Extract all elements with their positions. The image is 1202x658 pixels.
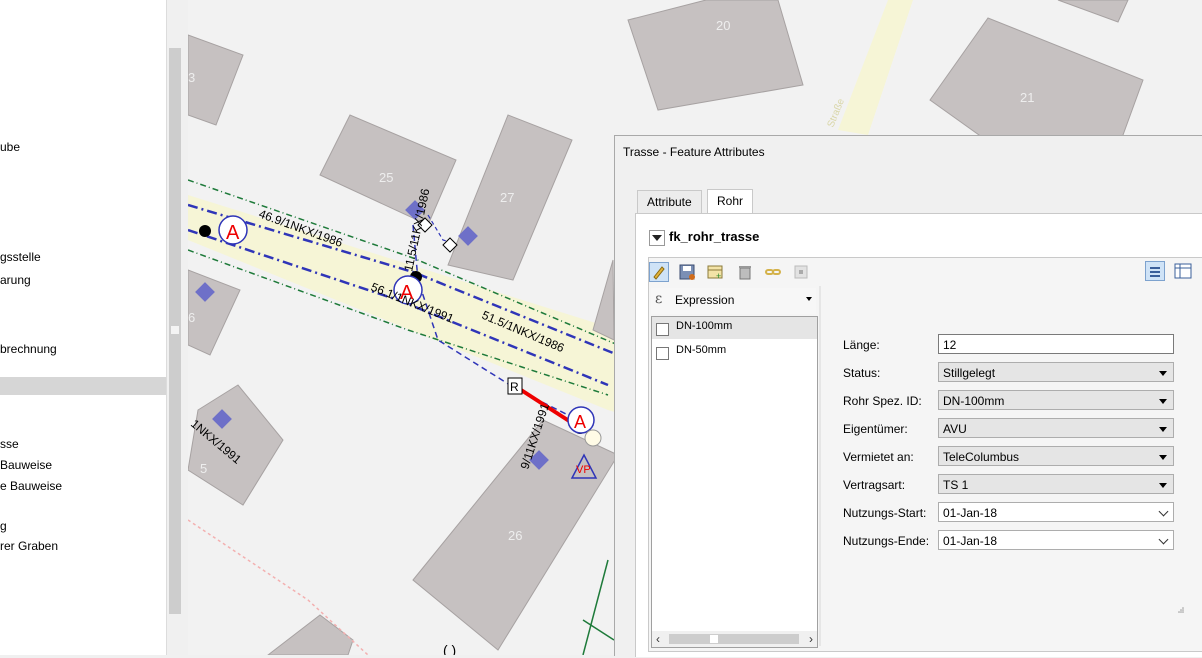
expression-label: Expression <box>675 293 735 307</box>
chevron-down-icon[interactable] <box>806 297 812 301</box>
status-dropdown[interactable]: Stillgelegt <box>938 362 1174 382</box>
chevron-left-icon[interactable]: ‹ <box>656 632 660 646</box>
building-number: 25 <box>379 170 393 185</box>
form-view-icon[interactable] <box>1145 261 1165 281</box>
list-item[interactable]: DN-100mm <box>652 317 817 339</box>
building <box>592 259 615 341</box>
connection-symbol-label: A <box>226 222 240 244</box>
field-label-nutzungs-start: Nutzungs-Start: <box>843 506 927 520</box>
field-label-nutzungs-ende: Nutzungs-Ende: <box>843 534 930 548</box>
connection-symbol-label: A <box>574 412 586 432</box>
laenge-input[interactable]: 12 <box>938 334 1174 354</box>
link-icon[interactable] <box>763 262 783 282</box>
valve-symbol-label: R <box>510 380 519 394</box>
layer-selection-highlight <box>0 377 166 395</box>
field-label-status: Status: <box>843 366 881 380</box>
list-item-label: DN-50mm <box>676 344 727 356</box>
list-item-checkbox[interactable] <box>656 347 669 360</box>
field-label-eigentuemer: Eigentümer: <box>843 422 908 436</box>
layer-panel: ube gsstelle arung brechnung sse Bauweis… <box>0 0 166 655</box>
layer-item[interactable]: g <box>0 519 7 533</box>
resize-grip-icon[interactable] <box>1177 606 1185 614</box>
toggle-edit-icon[interactable] <box>649 262 669 282</box>
map-node[interactable] <box>199 225 211 237</box>
add-feature-icon[interactable]: + <box>705 262 725 282</box>
layer-item[interactable]: arung <box>0 273 31 287</box>
map-cursor-glyph: ( ) <box>443 642 456 655</box>
list-horizontal-scrollbar[interactable]: ‹ › <box>652 631 817 647</box>
scrollbar-grip <box>710 635 718 643</box>
layer-item[interactable]: ube <box>0 140 20 154</box>
delete-icon[interactable] <box>735 262 755 282</box>
building-number: 20 <box>716 18 730 33</box>
eigentuemer-dropdown[interactable]: AVU <box>938 418 1174 438</box>
building <box>1057 0 1129 23</box>
layer-item[interactable]: brechnung <box>0 342 57 356</box>
building-number: 27 <box>500 190 514 205</box>
tab-attribute[interactable]: Attribute <box>637 190 702 213</box>
tab-rohr[interactable]: Rohr <box>707 189 754 214</box>
pipe-line[interactable] <box>582 559 609 656</box>
field-label-vertragsart: Vertragsart: <box>843 478 906 492</box>
building <box>187 384 284 506</box>
layer-item[interactable]: Bauweise <box>0 458 52 472</box>
nutzungs-start-date-picker[interactable]: 01-Jan-18 <box>938 502 1174 522</box>
unlink-icon[interactable] <box>791 262 811 282</box>
feature-attributes-dialog: Trasse - Feature Attributes Attribute Ro… <box>614 135 1202 657</box>
layer-item[interactable]: gsstelle <box>0 250 41 264</box>
map-node[interactable] <box>584 429 602 447</box>
list-item-checkbox[interactable] <box>656 323 669 336</box>
building-number: 3 <box>188 70 195 85</box>
scrollbar-grip <box>171 326 179 334</box>
field-label-vermietet-an: Vermietet an: <box>843 450 914 464</box>
field-label-laenge: Länge: <box>843 338 880 352</box>
scrollbar-thumb[interactable] <box>669 634 799 644</box>
svg-text:+: + <box>716 271 721 281</box>
layer-item[interactable]: e Bauweise <box>0 479 62 493</box>
list-form-splitter[interactable] <box>819 286 821 646</box>
vertragsart-dropdown[interactable]: TS 1 <box>938 474 1174 494</box>
layer-item[interactable]: sse <box>0 437 19 451</box>
building <box>266 614 354 656</box>
building-number: 26 <box>508 528 522 543</box>
table-view-icon[interactable] <box>1173 261 1193 281</box>
building-number: 21 <box>1020 90 1034 105</box>
save-icon[interactable] <box>677 262 697 282</box>
field-label-rohr-spez-id: Rohr Spez. ID: <box>843 394 922 408</box>
rohr-spez-id-dropdown[interactable]: DN-100mm <box>938 390 1174 410</box>
feature-list[interactable]: DN-100mm DN-50mm ‹ › <box>651 316 818 648</box>
layer-panel-scrollbar[interactable] <box>166 0 183 655</box>
building <box>627 0 804 111</box>
collapse-toggle-icon[interactable] <box>649 230 665 246</box>
building <box>187 269 241 356</box>
layer-item[interactable]: rer Graben <box>0 539 58 553</box>
building-number: 5 <box>200 461 207 476</box>
vermietet-an-dropdown[interactable]: TeleColumbus <box>938 446 1174 466</box>
list-item-label: DN-100mm <box>676 320 733 332</box>
expression-icon: ε <box>655 291 663 307</box>
vp-symbol-label: VP <box>576 464 591 476</box>
relation-title: fk_rohr_trasse <box>669 229 760 244</box>
building-number: 6 <box>188 310 195 325</box>
chevron-right-icon[interactable]: › <box>809 632 813 646</box>
expression-selector[interactable]: ε Expression <box>651 288 816 314</box>
road-area <box>838 0 913 135</box>
dialog-title: Trasse - Feature Attributes <box>623 145 765 159</box>
list-item[interactable]: DN-50mm <box>652 341 817 363</box>
building <box>187 34 244 126</box>
nutzungs-ende-date-picker[interactable]: 01-Jan-18 <box>938 530 1174 550</box>
